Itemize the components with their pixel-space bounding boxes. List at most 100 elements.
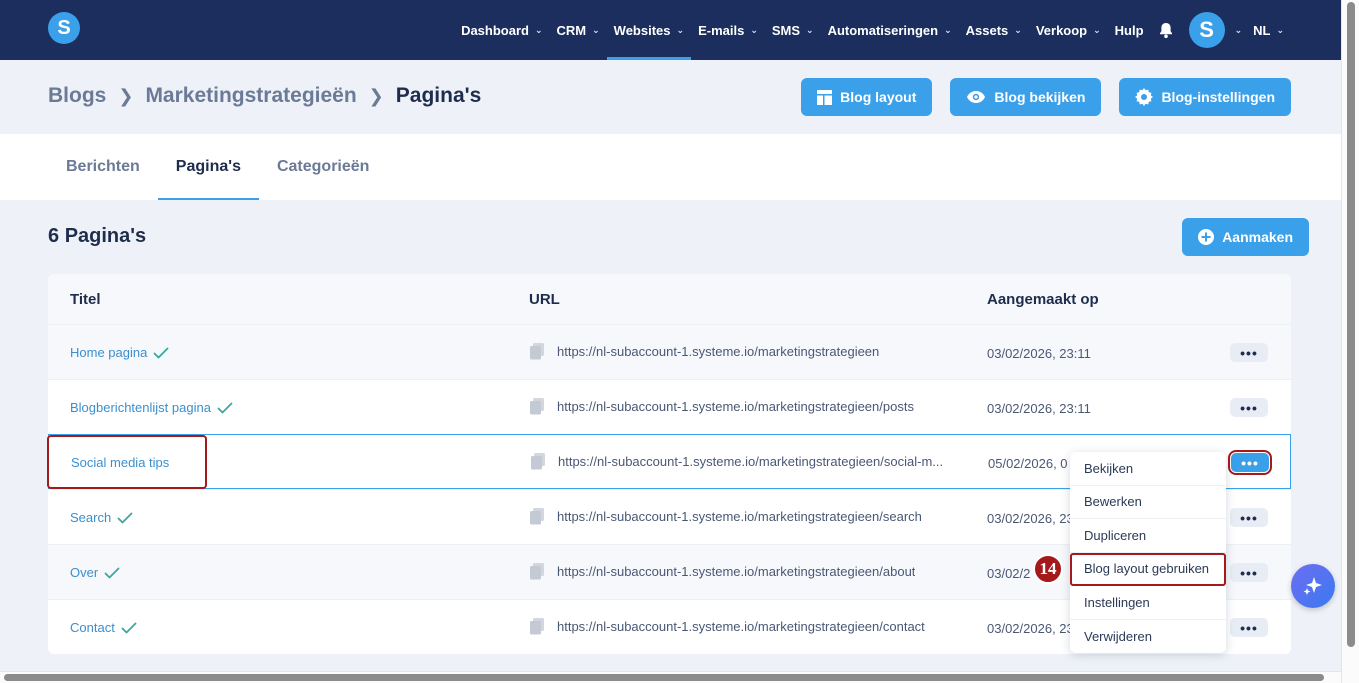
language-label: NL bbox=[1253, 22, 1271, 38]
more-actions-button[interactable]: ••• bbox=[1230, 618, 1268, 637]
chevron-down-icon: ⌄ bbox=[1234, 24, 1243, 35]
page-title-link[interactable]: Blogberichtenlijst pagina bbox=[70, 400, 233, 415]
menu-item-duplicate[interactable]: Dupliceren bbox=[1070, 519, 1226, 553]
page-url: https://nl-subaccount-1.systeme.io/marke… bbox=[529, 508, 959, 525]
app-logo[interactable]: S bbox=[48, 12, 80, 44]
chevron-down-icon: ⌄ bbox=[1014, 24, 1022, 35]
ai-assistant-button[interactable] bbox=[1291, 564, 1335, 608]
page-title-link[interactable]: Over bbox=[70, 565, 120, 580]
nav-label: E-mails bbox=[698, 22, 745, 38]
page-title-link[interactable]: Contact bbox=[70, 620, 137, 635]
menu-item-edit[interactable]: Bewerken bbox=[1070, 486, 1226, 519]
create-button[interactable]: Aanmaken bbox=[1182, 218, 1309, 256]
check-icon bbox=[104, 567, 120, 579]
page-title-text[interactable]: Over bbox=[70, 565, 98, 580]
nav-crm[interactable]: CRM ⌄ bbox=[550, 0, 607, 60]
created-date: 05/02/2026, 0 bbox=[988, 456, 1068, 471]
bell-icon[interactable] bbox=[1151, 22, 1181, 39]
vertical-scrollbar[interactable] bbox=[1341, 0, 1359, 683]
nav-label: Verkoop bbox=[1035, 22, 1088, 38]
chevron-down-icon: ⌄ bbox=[1093, 24, 1101, 35]
more-actions-button[interactable]: ••• bbox=[1228, 450, 1272, 475]
copy-icon[interactable] bbox=[529, 618, 545, 635]
menu-item-delete[interactable]: Verwijderen bbox=[1070, 620, 1226, 654]
menu-item-view[interactable]: Bekijken bbox=[1070, 452, 1226, 486]
nav-emails[interactable]: E-mails ⌄ bbox=[691, 0, 765, 60]
button-label: Blog layout bbox=[840, 89, 917, 105]
page-title-link[interactable]: Home pagina bbox=[70, 345, 169, 360]
chevron-down-icon: ⌄ bbox=[534, 24, 543, 35]
page-title-link[interactable]: Search bbox=[70, 510, 133, 525]
nav-assets[interactable]: Assets ⌄ bbox=[959, 0, 1029, 60]
horizontal-scrollbar[interactable] bbox=[0, 671, 1341, 683]
nav-sales[interactable]: Verkoop ⌄ bbox=[1029, 0, 1108, 60]
menu-item-settings[interactable]: Instellingen bbox=[1070, 586, 1226, 620]
check-icon bbox=[121, 622, 137, 634]
page-url: https://nl-subaccount-1.systeme.io/marke… bbox=[529, 398, 959, 415]
created-date: 03/02/2026, 23:11 bbox=[987, 401, 1091, 416]
chevron-right-icon: ❯ bbox=[368, 85, 384, 106]
nav-help[interactable]: Hulp bbox=[1108, 0, 1151, 60]
page-url-text: https://nl-subaccount-1.systeme.io/marke… bbox=[557, 509, 922, 524]
row-actions-menu: Bekijken Bewerken Dupliceren Blog layout… bbox=[1070, 452, 1226, 653]
copy-icon[interactable] bbox=[529, 398, 545, 415]
nav-label: CRM bbox=[556, 22, 587, 38]
breadcrumb-blogs[interactable]: Blogs bbox=[48, 84, 106, 108]
chevron-down-icon: ⌄ bbox=[806, 24, 814, 35]
page-header: Blogs ❯ Marketingstrategieën ❯ Pagina's … bbox=[0, 60, 1341, 134]
scrollbar-thumb[interactable] bbox=[4, 674, 1324, 681]
layout-icon bbox=[817, 89, 833, 105]
blog-layout-button[interactable]: Blog layout bbox=[801, 78, 933, 116]
user-avatar[interactable]: S bbox=[1188, 12, 1225, 48]
page-url: https://nl-subaccount-1.systeme.io/marke… bbox=[529, 563, 959, 580]
highlight-box bbox=[47, 435, 207, 489]
step-badge: 14 bbox=[1033, 554, 1063, 584]
copy-icon[interactable] bbox=[529, 343, 545, 360]
page-url: https://nl-subaccount-1.systeme.io/marke… bbox=[529, 618, 959, 635]
page-url-text: https://nl-subaccount-1.systeme.io/marke… bbox=[558, 454, 944, 469]
tab-berichten[interactable]: Berichten bbox=[48, 134, 158, 200]
language-select[interactable]: NL ⌄ bbox=[1246, 0, 1291, 60]
table-row: Home pagina https://nl-subaccount-1.syste… bbox=[48, 324, 1291, 379]
pages-count: 6 bbox=[48, 225, 60, 247]
more-actions-button[interactable]: ••• bbox=[1230, 343, 1268, 362]
scrollbar-thumb[interactable] bbox=[1347, 2, 1355, 647]
nav-automations[interactable]: Automatiseringen ⌄ bbox=[821, 0, 959, 60]
copy-icon[interactable] bbox=[529, 563, 545, 580]
blog-settings-button[interactable]: Blog-instellingen bbox=[1119, 78, 1291, 116]
sparkle-icon bbox=[1303, 577, 1322, 595]
created-date: 03/02/2026, 23 bbox=[987, 621, 1074, 636]
nav-sms[interactable]: SMS ⌄ bbox=[765, 0, 821, 60]
page-title-text[interactable]: Contact bbox=[70, 620, 115, 635]
tab-paginas[interactable]: Pagina's bbox=[157, 134, 260, 200]
more-actions-button[interactable]: ••• bbox=[1230, 398, 1268, 417]
nav-websites[interactable]: Websites ⌄ bbox=[606, 0, 692, 60]
breadcrumb: Blogs ❯ Marketingstrategieën ❯ Pagina's bbox=[48, 84, 481, 108]
nav-label: Hulp bbox=[1114, 22, 1144, 38]
nav-dashboard[interactable]: Dashboard ⌄ bbox=[454, 0, 549, 60]
column-header-url: URL bbox=[529, 290, 560, 308]
copy-icon[interactable] bbox=[530, 453, 546, 470]
page-url: https://nl-subaccount-1.systeme.io/marke… bbox=[529, 343, 959, 360]
copy-icon[interactable] bbox=[529, 508, 545, 525]
avatar-chevron[interactable]: ⌄ bbox=[1225, 0, 1247, 60]
breadcrumb-blog[interactable]: Marketingstrategieën bbox=[145, 84, 356, 108]
created-date: 03/02/2026, 23 bbox=[987, 511, 1074, 526]
page-title-text[interactable]: Blogberichtenlijst pagina bbox=[70, 400, 211, 415]
more-actions-button[interactable]: ••• bbox=[1230, 563, 1268, 582]
page-title-text[interactable]: Home pagina bbox=[70, 345, 147, 360]
eye-icon bbox=[967, 91, 986, 103]
created-date: 03/02/2 bbox=[987, 566, 1031, 581]
tab-categorieen[interactable]: Categorieën bbox=[259, 134, 387, 200]
blog-view-button[interactable]: Blog bekijken bbox=[950, 78, 1102, 116]
menu-item-use-blog-layout[interactable]: Blog layout gebruiken bbox=[1070, 552, 1226, 586]
page-title-text[interactable]: Search bbox=[70, 510, 111, 525]
nav-label: Automatiseringen bbox=[827, 22, 939, 38]
column-header-title: Titel bbox=[70, 290, 101, 308]
nav-label: Assets bbox=[965, 22, 1009, 38]
page-url: https://nl-subaccount-1.systeme.io/marke… bbox=[530, 453, 960, 470]
chevron-down-icon: ⌄ bbox=[1276, 24, 1284, 35]
more-actions-button[interactable]: ••• bbox=[1230, 508, 1268, 527]
plus-circle-icon bbox=[1198, 229, 1215, 245]
top-navbar: S Dashboard ⌄ CRM ⌄ Websites ⌄ E-mails ⌄ SMS… bbox=[0, 0, 1341, 60]
